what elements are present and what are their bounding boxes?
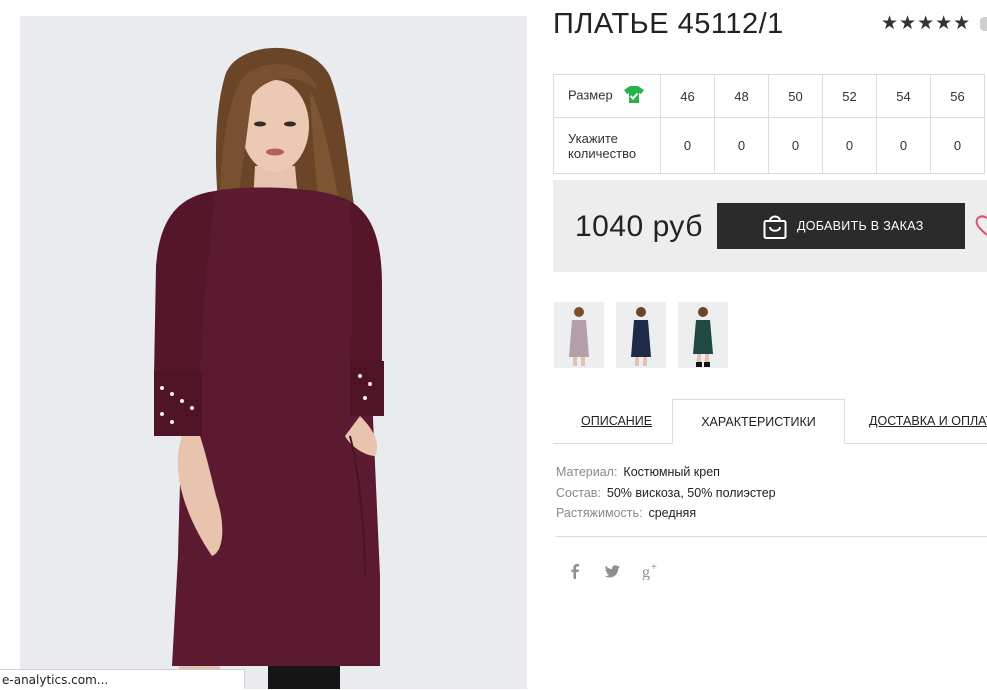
spec-key: Состав: xyxy=(556,485,601,500)
price-box: 1040 руб ДОБАВИТЬ В ЗАКАЗ xyxy=(553,180,987,272)
thumbnail-mauve-image xyxy=(569,307,589,366)
spec-key: Материал: xyxy=(556,465,618,479)
spec-key: Растяжимость: xyxy=(556,506,643,520)
spec-value: средняя xyxy=(648,506,697,520)
google-plus-icon[interactable]: g + xyxy=(642,562,660,581)
product-photo-illustration xyxy=(20,16,527,689)
facebook-icon[interactable] xyxy=(566,562,584,580)
rating-count-badge xyxy=(980,17,987,31)
size-option[interactable]: 52 xyxy=(822,74,877,118)
tab-characteristics-label: ХАРАКТЕРИСТИКИ xyxy=(701,415,816,429)
size-label: Размер xyxy=(568,87,613,103)
tab-delivery[interactable]: ДОСТАВКА И ОПЛАТА xyxy=(869,399,987,443)
quantity-row-label: Укажите количество xyxy=(553,117,661,174)
quantity-input[interactable]: 0 xyxy=(714,117,769,174)
twitter-icon[interactable] xyxy=(604,562,622,580)
add-to-order-label: ДОБАВИТЬ В ЗАКАЗ xyxy=(797,219,924,233)
thumbnail-navy-image xyxy=(631,307,651,366)
browser-status-bar: e-analytics.com... xyxy=(0,669,245,689)
shopping-bag-icon xyxy=(761,212,789,243)
spec-row-material: Материал: Костюмный креп xyxy=(556,462,776,483)
thumbnail-mauve[interactable] xyxy=(554,302,604,368)
quantity-input[interactable]: 0 xyxy=(822,117,877,174)
svg-text:g: g xyxy=(642,564,650,580)
spec-value: Костюмный креп xyxy=(623,465,720,479)
size-table: Размер 46 48 50 52 54 56 Укажите количес… xyxy=(553,74,985,174)
tab-description-label: ОПИСАНИЕ xyxy=(581,414,653,428)
size-row: Размер 46 48 50 52 54 56 xyxy=(553,74,985,118)
spec-row-stretch: Растяжимость: средняя xyxy=(556,503,776,524)
characteristics-list: Материал: Костюмный креп Состав: 50% виско… xyxy=(556,462,776,524)
quantity-input[interactable]: 0 xyxy=(876,117,931,174)
thumbnail-navy[interactable] xyxy=(616,302,666,368)
spec-row-composition: Состав: 50% вискоза, 50% полиэстер xyxy=(556,483,776,504)
thumbnail-green-image xyxy=(693,307,713,367)
thumbnail-green[interactable] xyxy=(678,302,728,368)
heart-icon[interactable] xyxy=(975,212,987,243)
tab-delivery-label: ДОСТАВКА И ОПЛАТА xyxy=(869,414,987,428)
product-tabs: ОПИСАНИЕ ХАРАКТЕРИСТИКИ ДОСТАВКА И ОПЛАТ… xyxy=(553,399,987,444)
quantity-input[interactable]: 0 xyxy=(930,117,985,174)
size-option[interactable]: 46 xyxy=(660,74,715,118)
quantity-label-line2: количество xyxy=(568,145,637,161)
tshirt-check-icon[interactable] xyxy=(624,86,645,106)
product-title: ПЛАТЬЕ 45112/1 xyxy=(553,8,784,40)
size-option[interactable]: 48 xyxy=(714,74,769,118)
rating-stars[interactable]: ★★★★★ xyxy=(881,12,971,35)
size-option[interactable]: 56 xyxy=(930,74,985,118)
specs-divider xyxy=(556,536,987,537)
quantity-input[interactable]: 0 xyxy=(768,117,823,174)
size-option[interactable]: 54 xyxy=(876,74,931,118)
spec-value: 50% вискоза, 50% полиэстер xyxy=(606,485,776,500)
add-to-order-button[interactable]: ДОБАВИТЬ В ЗАКАЗ xyxy=(717,203,965,249)
tab-characteristics[interactable]: ХАРАКТЕРИСТИКИ xyxy=(672,399,845,444)
quantity-label-line1: Укажите xyxy=(568,130,618,146)
status-bar-url: e-analytics.com... xyxy=(2,673,109,687)
size-option[interactable]: 50 xyxy=(768,74,823,118)
quantity-row: Укажите количество 0 0 0 0 0 0 xyxy=(553,117,985,174)
quantity-input[interactable]: 0 xyxy=(660,117,715,174)
product-main-photo[interactable] xyxy=(20,16,527,689)
product-price: 1040 руб xyxy=(575,210,703,243)
svg-text:+: + xyxy=(651,562,657,573)
size-row-label: Размер xyxy=(553,74,661,118)
tab-description[interactable]: ОПИСАНИЕ xyxy=(581,399,652,443)
